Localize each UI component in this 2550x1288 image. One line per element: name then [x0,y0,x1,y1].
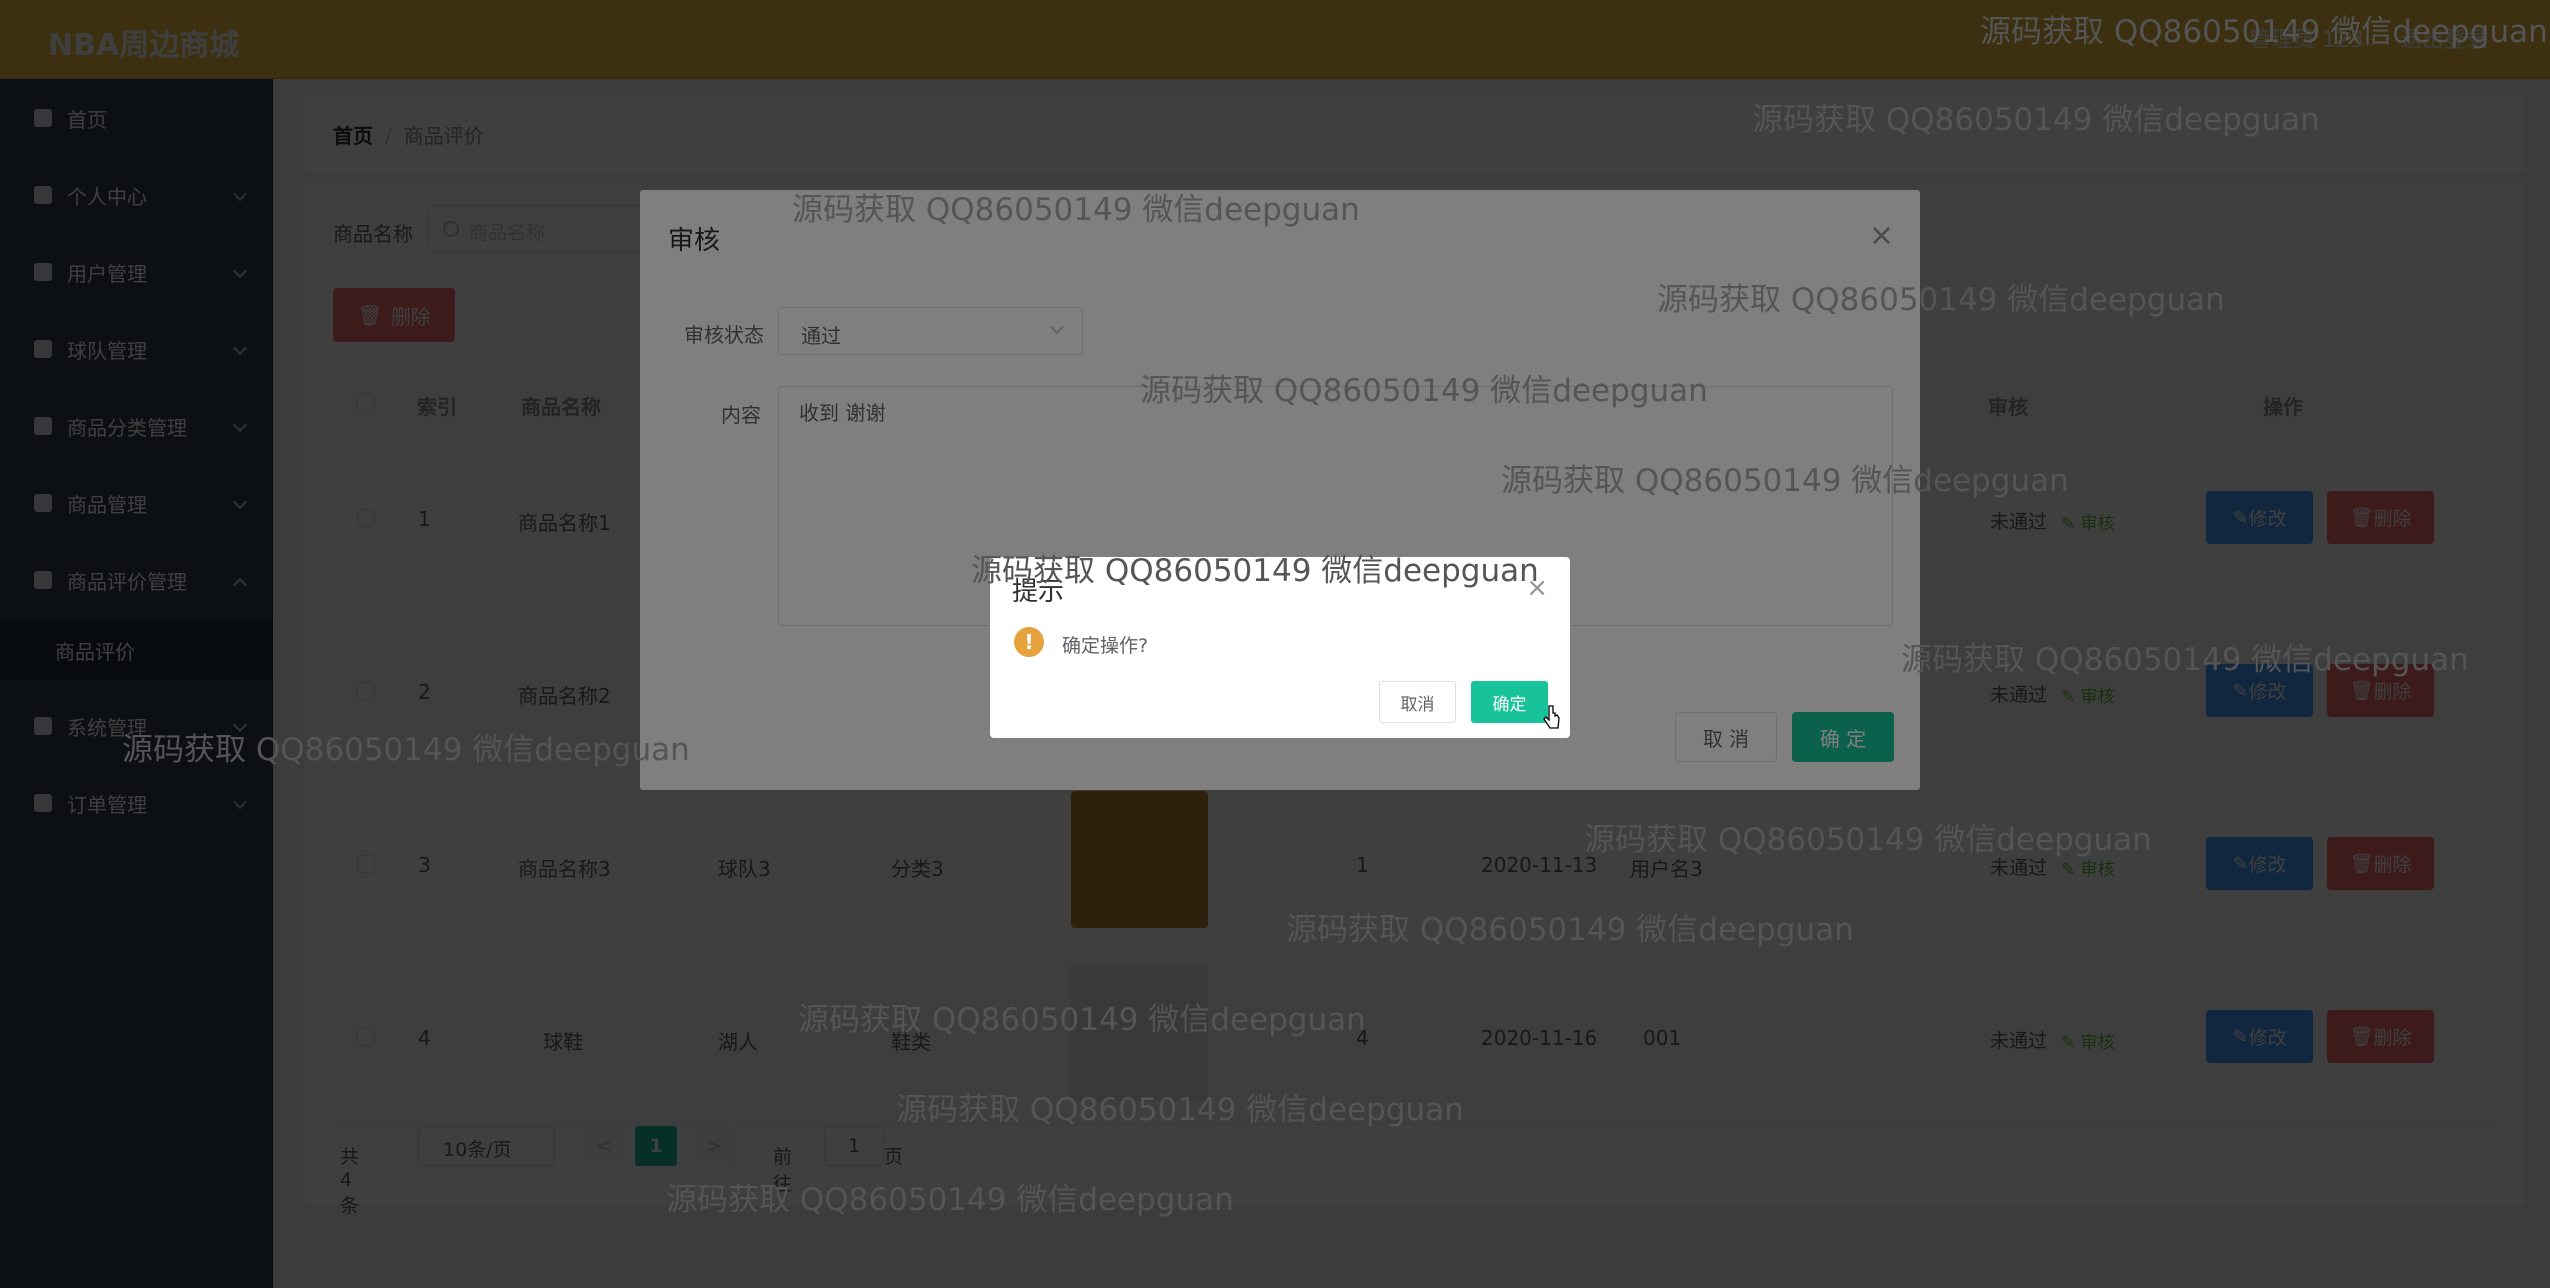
watermark-text: 源码获取 QQ86050149 微信deepguan [1501,463,2069,499]
watermark-text: 源码获取 QQ86050149 微信deepguan [1140,373,1708,409]
watermark-text: 源码获取 QQ86050149 微信deepguan [666,1182,1234,1218]
confirm-message: 确定操作? [1062,635,1149,657]
watermark-text: 源码获取 QQ86050149 微信deepguan [1286,912,1854,948]
watermark-text: 源码获取 QQ86050149 微信deepguan [1980,14,2548,50]
watermark-text: 源码获取 QQ86050149 微信deepguan [798,1002,1366,1038]
watermark-text: 源码获取 QQ86050149 微信deepguan [971,553,1539,589]
watermark-text: 源码获取 QQ86050149 微信deepguan [1901,642,2469,678]
watermark-text: 源码获取 QQ86050149 微信deepguan [896,1092,1464,1128]
watermark-text: 源码获取 QQ86050149 微信deepguan [122,732,690,768]
confirm-ok-button[interactable]: 确定 [1471,681,1548,723]
confirm-cancel-button[interactable]: 取消 [1379,681,1456,723]
warning-icon: ! [1014,627,1044,657]
watermark-text: 源码获取 QQ86050149 微信deepguan [1584,822,2152,858]
hand-cursor-icon [1543,705,1560,729]
watermark-text: 源码获取 QQ86050149 微信deepguan [1657,282,2225,318]
watermark-text: 源码获取 QQ86050149 微信deepguan [1752,102,2320,138]
watermark-text: 源码获取 QQ86050149 微信deepguan [792,192,1360,228]
